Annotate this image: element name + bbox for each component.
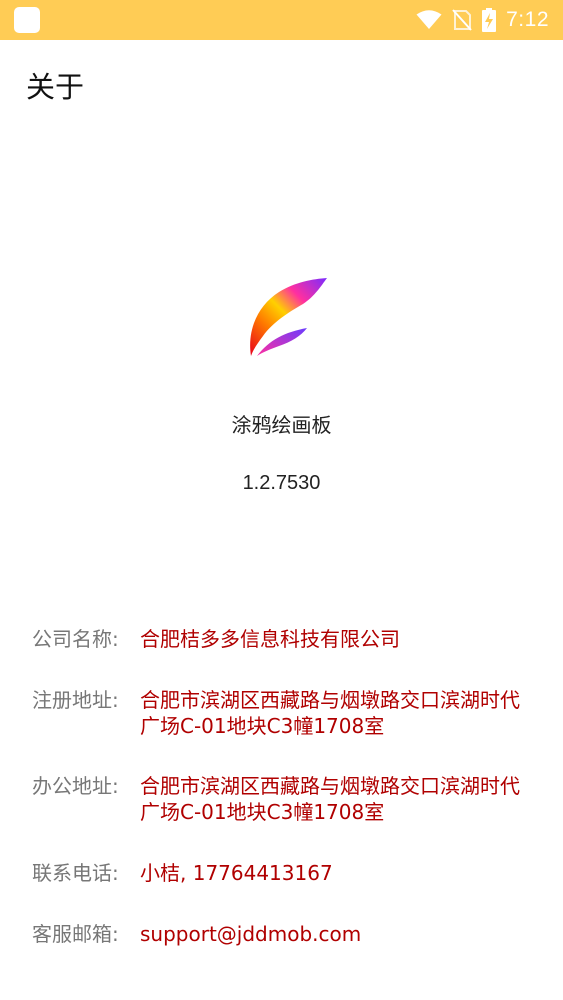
info-row-phone: 联系电话: 小桔, 17764413167 [32, 860, 532, 886]
app-version: 1.2.7530 [242, 472, 321, 494]
info-row-company-name: 公司名称: 合肥桔多多信息科技有限公司 [32, 626, 532, 652]
info-label: 注册地址: [32, 688, 119, 712]
wifi-icon [416, 10, 442, 29]
no-signal-icon [452, 9, 472, 31]
app-notification-icon [14, 7, 40, 33]
info-label: 办公地址: [32, 774, 119, 798]
info-label: 客服邮箱: [32, 922, 119, 946]
status-icons: 7:12 [416, 8, 549, 32]
status-bar: 7:12 [0, 0, 563, 40]
phone-link[interactable]: 小桔, 17764413167 [140, 860, 532, 886]
info-row-registered-address: 注册地址: 合肥市滨湖区西藏路与烟墩路交口滨湖时代广场C-01地块C3幢1708… [32, 687, 532, 739]
info-label: 联系电话: [32, 861, 119, 885]
info-value: 合肥市滨湖区西藏路与烟墩路交口滨湖时代广场C-01地块C3幢1708室 [140, 774, 520, 824]
info-row-office-address: 办公地址: 合肥市滨湖区西藏路与烟墩路交口滨湖时代广场C-01地块C3幢1708… [32, 773, 532, 825]
email-link[interactable]: support@jddmob.com [140, 921, 532, 947]
info-label: 公司名称: [32, 627, 119, 651]
feather-logo-icon [250, 278, 327, 356]
status-time: 7:12 [506, 8, 549, 31]
app-name: 涂鸦绘画板 [231, 413, 332, 437]
info-value: 合肥桔多多信息科技有限公司 [140, 627, 400, 651]
info-row-email: 客服邮箱: support@jddmob.com [32, 921, 532, 947]
page-title: 关于 [26, 70, 85, 104]
battery-charging-icon [482, 8, 497, 32]
info-value: 合肥市滨湖区西藏路与烟墩路交口滨湖时代广场C-01地块C3幢1708室 [140, 688, 520, 738]
